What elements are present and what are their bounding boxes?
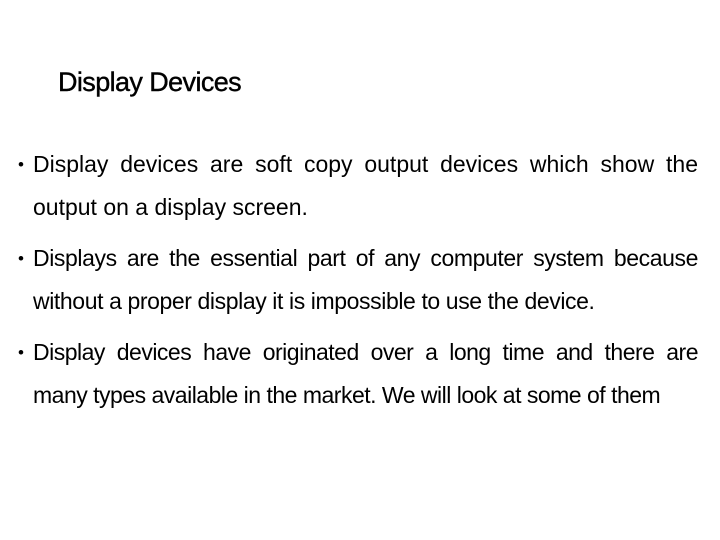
bullet-text: Display devices have originated over a l… [33,339,699,408]
bullet-dot-icon: • [18,343,24,362]
bullet-item: • Displays are the essential part of any… [18,237,698,323]
bullet-list: • Display devices are soft copy output d… [18,143,699,425]
bullet-item: • Display devices have originated over a… [18,331,699,417]
slide: Display Devices • Display devices are so… [0,0,720,540]
slide-title: Display Devices [58,67,242,97]
bullet-item: • Display devices are soft copy output d… [18,143,698,229]
bullet-text: Displays are the essential part of any c… [33,245,698,314]
bullet-text: Display devices are soft copy output dev… [33,151,698,220]
bullet-dot-icon: • [18,249,24,268]
bullet-dot-icon: • [18,155,24,174]
